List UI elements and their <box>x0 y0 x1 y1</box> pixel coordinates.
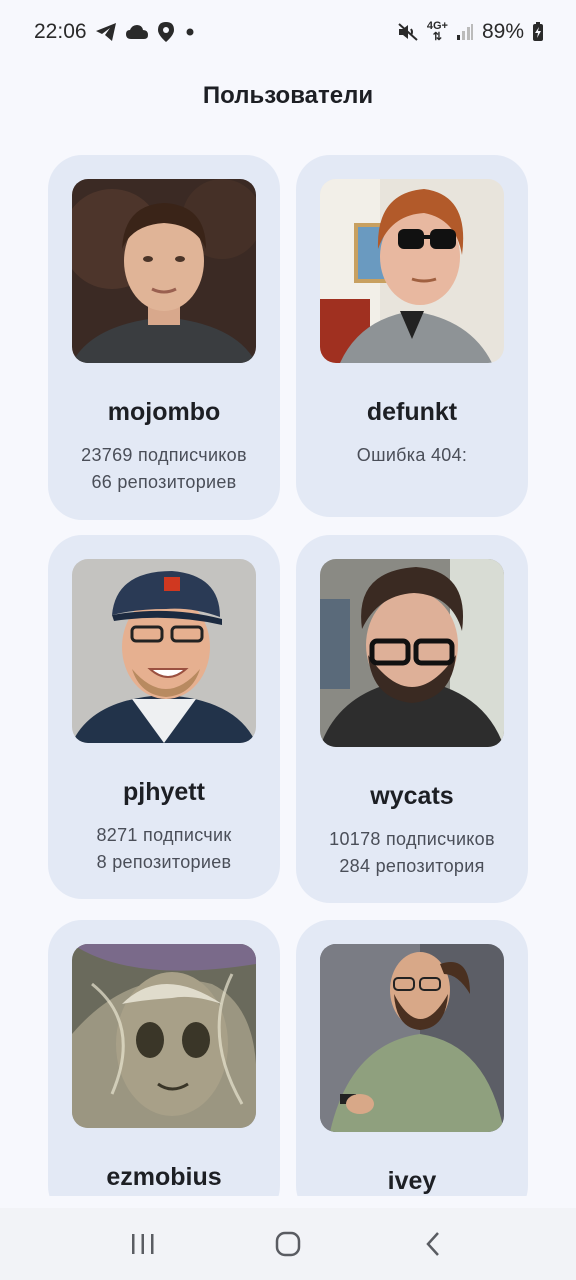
cloud-icon <box>125 24 149 40</box>
user-repos: 66 репозиториев <box>91 472 237 492</box>
home-icon <box>275 1231 301 1257</box>
user-avatar <box>72 944 256 1128</box>
status-bar: 22:06 4G+ ⇅ 89% <box>0 0 576 64</box>
page-title: Пользователи <box>202 82 374 109</box>
dot-icon <box>183 25 197 39</box>
user-avatar <box>320 944 504 1132</box>
user-followers: 23769 подписчиков <box>81 445 247 465</box>
back-button[interactable] <box>403 1214 463 1274</box>
home-button[interactable] <box>258 1214 318 1274</box>
user-login: ezmobius <box>106 1163 222 1191</box>
user-avatar <box>72 559 256 743</box>
user-card-mojombo[interactable]: mojombo 23769 подписчиков 66 репозиторие… <box>48 155 280 520</box>
battery-icon <box>532 22 544 42</box>
location-icon <box>157 21 175 43</box>
status-right: 4G+ ⇅ 89% <box>397 20 544 44</box>
user-avatar <box>320 559 504 747</box>
user-login: pjhyett <box>123 778 205 806</box>
user-card-wycats[interactable]: wycats 10178 подписчиков 284 репозитория <box>296 535 528 903</box>
user-card-ivey[interactable]: ivey <box>296 920 528 1196</box>
battery-percent: 89% <box>481 20 524 43</box>
status-time: 22:06 <box>34 20 87 43</box>
recent-apps-icon <box>131 1234 154 1254</box>
user-card-defunkt[interactable]: defunkt Ошибка 404: <box>296 155 528 517</box>
user-avatar <box>72 179 256 363</box>
user-login: defunkt <box>366 398 458 426</box>
user-card-ezmobius[interactable]: ezmobius <box>48 920 280 1196</box>
user-followers: 8271 подписчик <box>96 825 232 845</box>
recent-apps-button[interactable] <box>113 1214 173 1274</box>
user-repos: 284 репозитория <box>339 856 485 876</box>
network-type: 4G+ ⇅ <box>426 20 448 43</box>
users-grid[interactable]: mojombo 23769 подписчиков 66 репозиторие… <box>0 150 576 1196</box>
user-card-pjhyett[interactable]: pjhyett 8271 подписчик 8 репозиториев <box>48 535 280 899</box>
user-login: mojombo <box>107 398 221 426</box>
back-icon <box>426 1232 440 1256</box>
telegram-icon <box>95 22 117 42</box>
user-avatar <box>320 179 504 363</box>
user-followers: 10178 подписчиков <box>329 829 495 849</box>
system-nav-bar <box>0 1208 576 1280</box>
user-login: wycats <box>370 782 454 810</box>
signal-icon <box>456 23 474 41</box>
mute-icon <box>397 22 419 42</box>
user-repos: 8 репозиториев <box>96 852 232 872</box>
user-login: ivey <box>387 1167 437 1195</box>
status-left: 22:06 <box>34 20 197 44</box>
user-followers: Ошибка 404: <box>356 445 468 465</box>
